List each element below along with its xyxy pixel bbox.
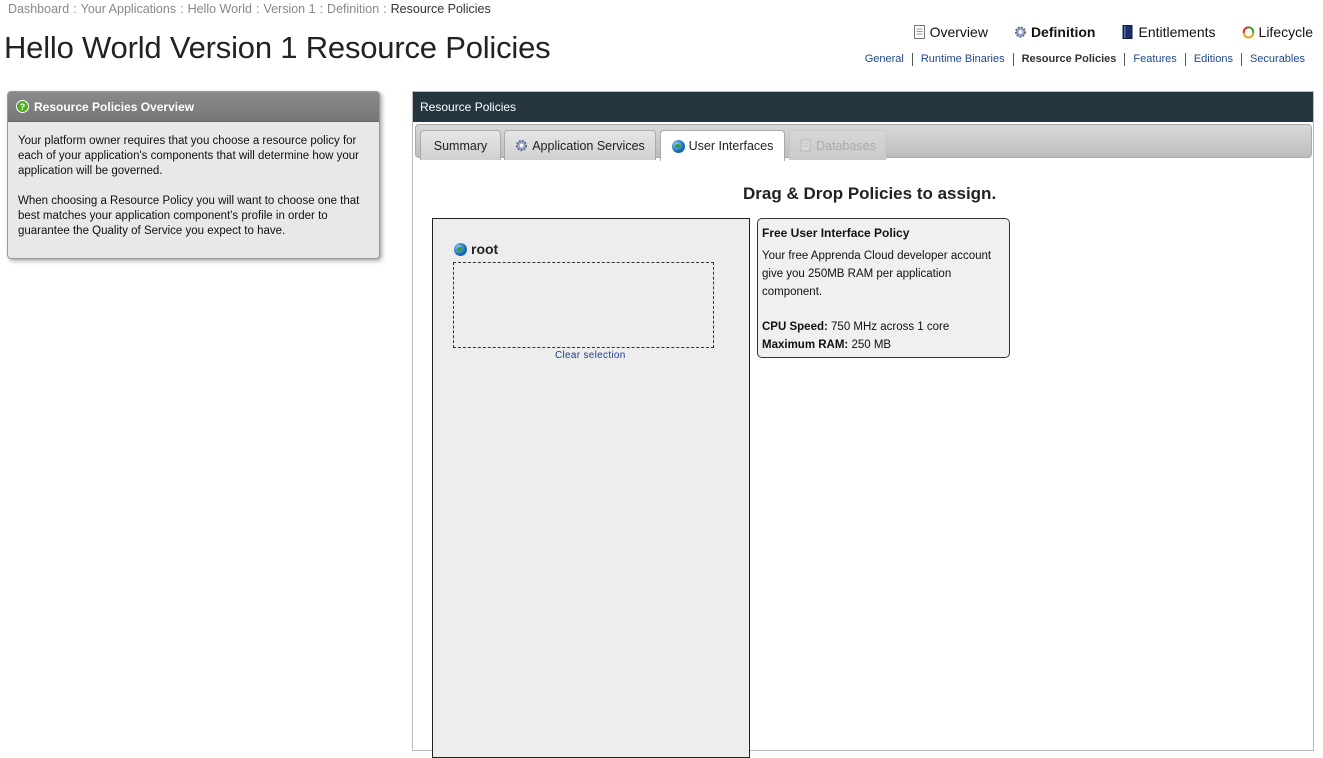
nav-overview-label: Overview <box>929 24 988 40</box>
document-icon <box>913 25 925 39</box>
recycle-icon <box>1242 26 1254 39</box>
clear-selection-link[interactable]: Clear selection <box>555 350 626 361</box>
overview-panel-body: Your platform owner requires that you ch… <box>8 122 379 239</box>
breadcrumb-hello-world[interactable]: Hello World <box>188 2 252 16</box>
breadcrumb-separator: : <box>383 2 387 16</box>
tab-user-interfaces-label: User Interfaces <box>688 139 774 153</box>
tab-user-interfaces[interactable]: User Interfaces <box>660 130 785 161</box>
overview-panel-title: Resource Policies Overview <box>34 99 195 114</box>
subnav-runtime-binaries[interactable]: Runtime Binaries <box>911 53 1013 66</box>
breadcrumb-resource-policies: Resource Policies <box>390 2 491 16</box>
subnav-editions[interactable]: Editions <box>1184 53 1241 66</box>
breadcrumb-version[interactable]: Version 1 <box>263 2 315 16</box>
nav-lifecycle-label: Lifecycle <box>1258 24 1313 40</box>
tab-summary[interactable]: Summary <box>420 130 501 160</box>
help-icon: ? <box>16 100 29 113</box>
breadcrumb-separator: : <box>255 2 260 16</box>
tab-summary-label: Summary <box>433 138 488 153</box>
overview-paragraph: Your platform owner requires that you ch… <box>18 135 359 177</box>
policy-max-ram: Maximum RAM: 250 MB <box>762 336 1005 354</box>
breadcrumb-definition[interactable]: Definition <box>327 2 379 16</box>
subnav-resource-policies[interactable]: Resource Policies <box>1012 53 1125 66</box>
policy-cpu-speed: CPU Speed: 750 MHz across 1 core <box>762 318 1005 336</box>
nav-overview[interactable]: Overview <box>913 24 988 40</box>
globe-icon <box>671 139 685 153</box>
breadcrumb-separator: : <box>180 2 184 16</box>
subnav-general[interactable]: General <box>857 53 912 66</box>
policy-drop-zone[interactable] <box>453 262 714 348</box>
tab-databases-label: Databases <box>816 138 876 153</box>
subnav-securables[interactable]: Securables <box>1240 53 1313 66</box>
component-root: root <box>454 241 498 257</box>
policy-ram-label: Maximum RAM: <box>762 339 849 351</box>
component-root-label: root <box>471 241 499 257</box>
tabs-bar: Summary Application Services User Interf… <box>415 124 1312 161</box>
breadcrumb: Dashboard: Your Applications: Hello World:… <box>8 2 491 16</box>
overview-paragraph: When choosing a Resource Policy you will… <box>18 195 360 237</box>
drag-drop-heading: Drag & Drop Policies to assign. <box>743 184 997 203</box>
policy-card-free-ui[interactable]: Free User Interface Policy Your free App… <box>757 218 1010 358</box>
policy-card-description: Your free Apprenda Cloud developer accou… <box>762 250 992 298</box>
nav-lifecycle[interactable]: Lifecycle <box>1242 24 1313 40</box>
overview-panel-header: ? Resource Policies Overview <box>8 92 379 122</box>
nav-definition-label: Definition <box>1030 24 1096 40</box>
breadcrumb-separator: : <box>73 2 77 16</box>
page-title: Hello World Version 1 Resource Policies <box>4 30 551 65</box>
policy-cpu-label: CPU Speed: <box>762 321 828 333</box>
tab-databases: Databases <box>789 130 886 160</box>
tab-application-services-label: Application Services <box>532 138 645 153</box>
nav-definition[interactable]: Definition <box>1014 24 1096 40</box>
component-column: root Clear selection <box>432 218 750 758</box>
policy-card-title: Free User Interface Policy <box>762 226 910 240</box>
tab-application-services[interactable]: Application Services <box>504 130 656 160</box>
breadcrumb-dashboard[interactable]: Dashboard <box>8 2 69 16</box>
policy-cpu-value: 750 MHz across 1 core <box>831 321 950 333</box>
gear-icon <box>516 139 528 152</box>
nav-entitlements-label: Entitlements <box>1138 24 1216 40</box>
breadcrumb-your-applications[interactable]: Your Applications <box>81 2 176 16</box>
globe-icon <box>454 242 467 256</box>
nav-entitlements[interactable]: Entitlements <box>1121 24 1216 40</box>
book-icon <box>1122 25 1133 39</box>
breadcrumb-separator: : <box>319 2 324 16</box>
resource-policies-panel: Resource Policies Summary Application Se… <box>412 91 1314 758</box>
gear-icon <box>1014 26 1027 38</box>
overview-panel: ? Resource Policies Overview Your platfo… <box>7 91 380 259</box>
sub-nav: General Runtime Binaries Resource Polici… <box>857 53 1313 66</box>
database-icon <box>800 139 811 152</box>
resource-policies-header: Resource Policies <box>413 92 1313 122</box>
main-nav: Overview Definition Entitlements Lifecyc… <box>887 24 1313 40</box>
subnav-features[interactable]: Features <box>1124 53 1184 66</box>
policy-ram-value: 250 MB <box>851 339 892 351</box>
